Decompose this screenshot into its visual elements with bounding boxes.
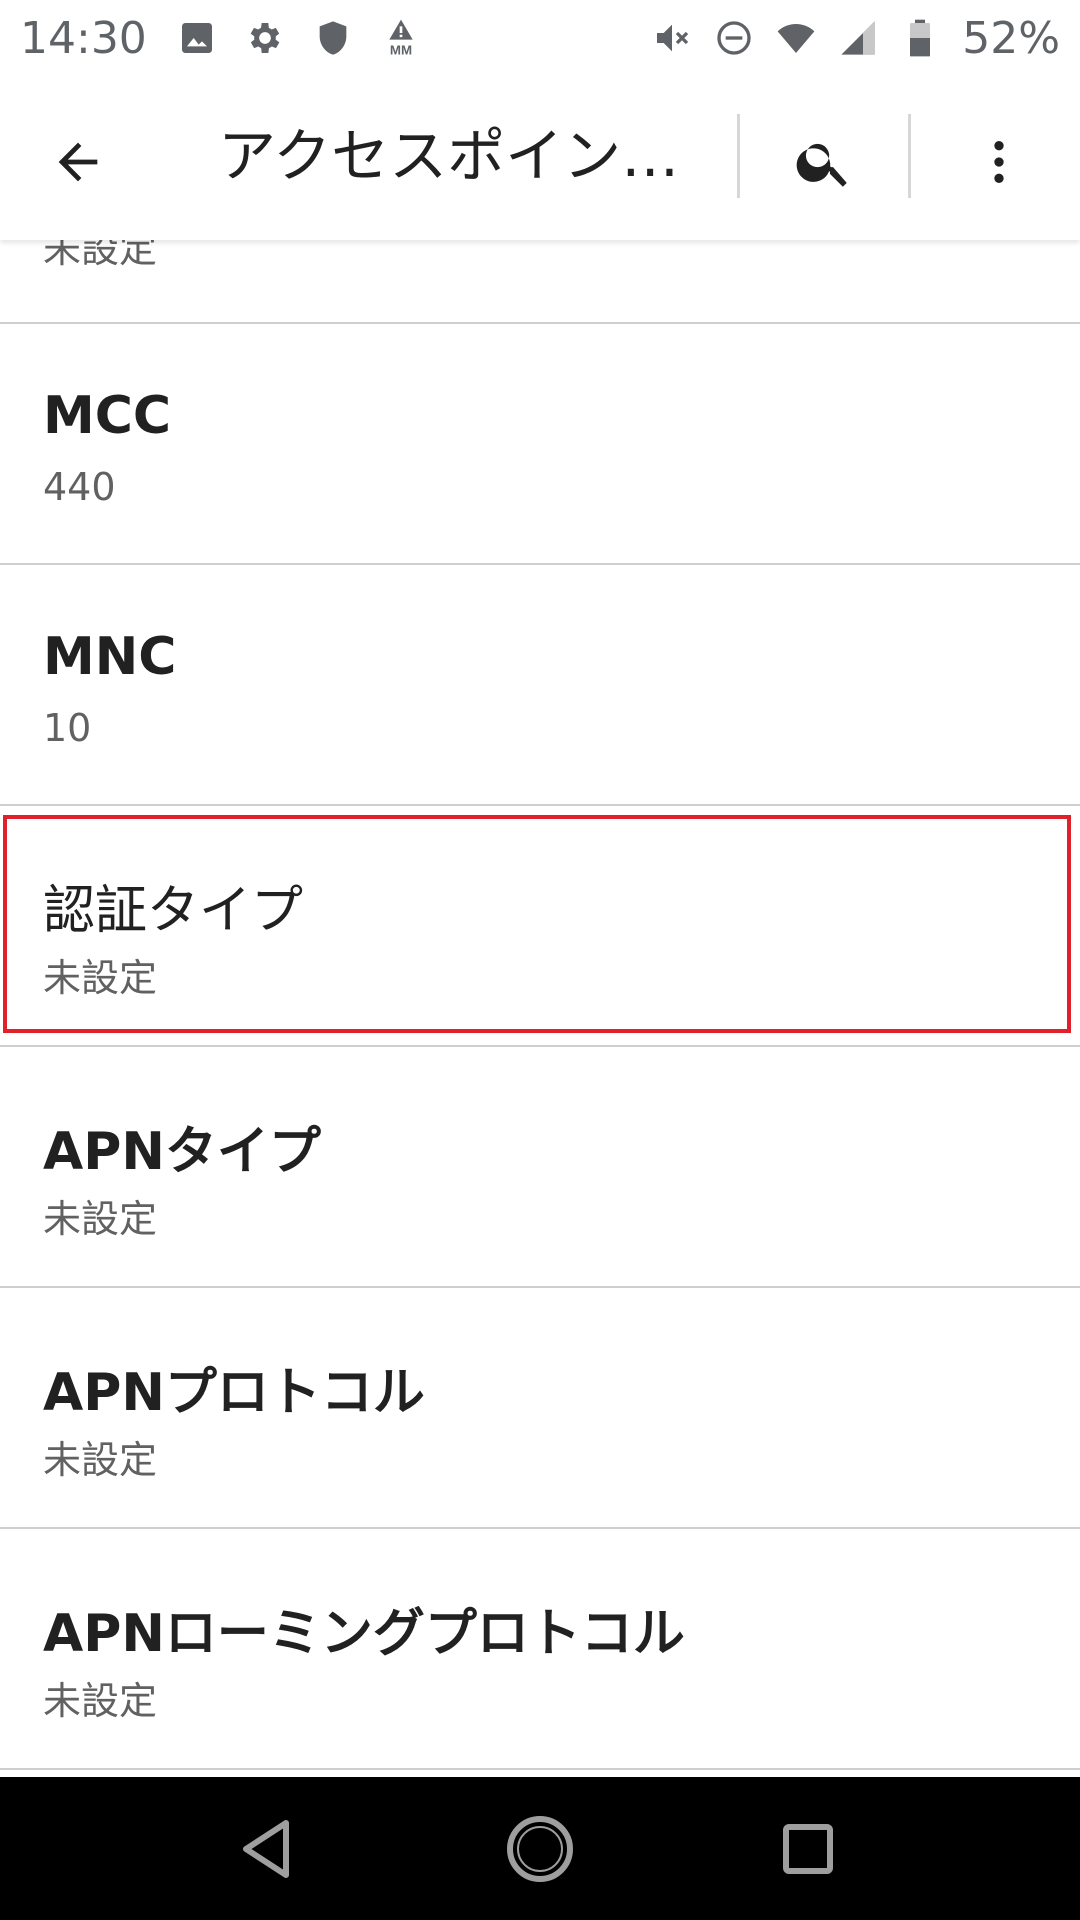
- pref-item-title: MCC: [43, 386, 172, 446]
- pref-item-summary: 未設定: [43, 1197, 158, 1241]
- nav-back-icon: [243, 1820, 289, 1878]
- nav-home-icon: [507, 1816, 573, 1882]
- pref-item-mcc[interactable]: MCC 440: [0, 324, 1080, 563]
- gallery-icon: [177, 18, 217, 58]
- list-divider: [0, 1768, 1080, 1770]
- nav-back-button[interactable]: [216, 1799, 316, 1899]
- pref-item-summary: 440: [43, 465, 116, 509]
- svg-text:MM: MM: [390, 43, 412, 58]
- toolbar-divider: [908, 114, 911, 198]
- page-title: アクセスポイン…: [218, 122, 680, 190]
- search-button[interactable]: [780, 118, 868, 206]
- arrow-back-icon: [58, 142, 98, 182]
- app-bar: アクセスポイン…: [0, 76, 1080, 240]
- pref-item-title: APNローミングプロトコル: [43, 1604, 685, 1664]
- pref-item-apn-type[interactable]: APNタイプ 未設定: [0, 1047, 1080, 1286]
- shield-icon: [313, 18, 353, 58]
- mm-warning-icon: MM: [381, 18, 421, 58]
- battery-icon: [900, 18, 940, 58]
- mute-icon: [652, 18, 692, 58]
- pref-item-apn-roaming-protocol[interactable]: APNローミングプロトコル 未設定: [0, 1529, 1080, 1768]
- pref-item-title: 認証タイプ: [43, 881, 304, 941]
- more-options-button[interactable]: [955, 118, 1043, 206]
- pref-item-summary: 未設定: [43, 1438, 158, 1482]
- preference-list[interactable]: 未設定 MCC 440 MNC 10 認証タイプ 未設定 APNタイプ 未設定 …: [0, 240, 1080, 1777]
- more-vert-icon: [994, 141, 1004, 183]
- nav-recents-button[interactable]: [758, 1799, 858, 1899]
- pref-item-auth-type[interactable]: 認証タイプ 未設定: [0, 806, 1080, 1045]
- settings-gear-icon: [245, 18, 285, 58]
- battery-percent: 52%: [962, 12, 1060, 64]
- status-time: 14:30: [20, 12, 147, 64]
- pref-item-summary: 未設定: [43, 956, 158, 1000]
- pref-item-mnc[interactable]: MNC 10: [0, 565, 1080, 804]
- pref-item-summary: 10: [43, 706, 92, 750]
- nav-home-button[interactable]: [490, 1799, 590, 1899]
- pref-item-summary: 未設定: [43, 1679, 158, 1723]
- navigation-bar: [0, 1777, 1080, 1920]
- search-icon: [796, 143, 847, 187]
- pref-item-title: APNタイプ: [43, 1122, 321, 1182]
- pref-item-title: APNプロトコル: [43, 1363, 425, 1423]
- pref-item-title: MNC: [43, 627, 177, 687]
- partial-item-summary: 未設定: [43, 240, 158, 271]
- status-system-icons: 52%: [652, 13, 1060, 64]
- toolbar-divider: [737, 114, 740, 198]
- status-notification-icons: MM: [177, 18, 421, 58]
- signal-icon: [838, 18, 878, 58]
- pref-item-apn-protocol[interactable]: APNプロトコル 未設定: [0, 1288, 1080, 1527]
- do-not-disturb-icon: [714, 18, 754, 58]
- wifi-icon: [776, 18, 816, 58]
- back-button[interactable]: [34, 118, 122, 206]
- status-bar: 14:30 MM 52%: [0, 0, 1080, 76]
- nav-recents-icon: [783, 1824, 833, 1874]
